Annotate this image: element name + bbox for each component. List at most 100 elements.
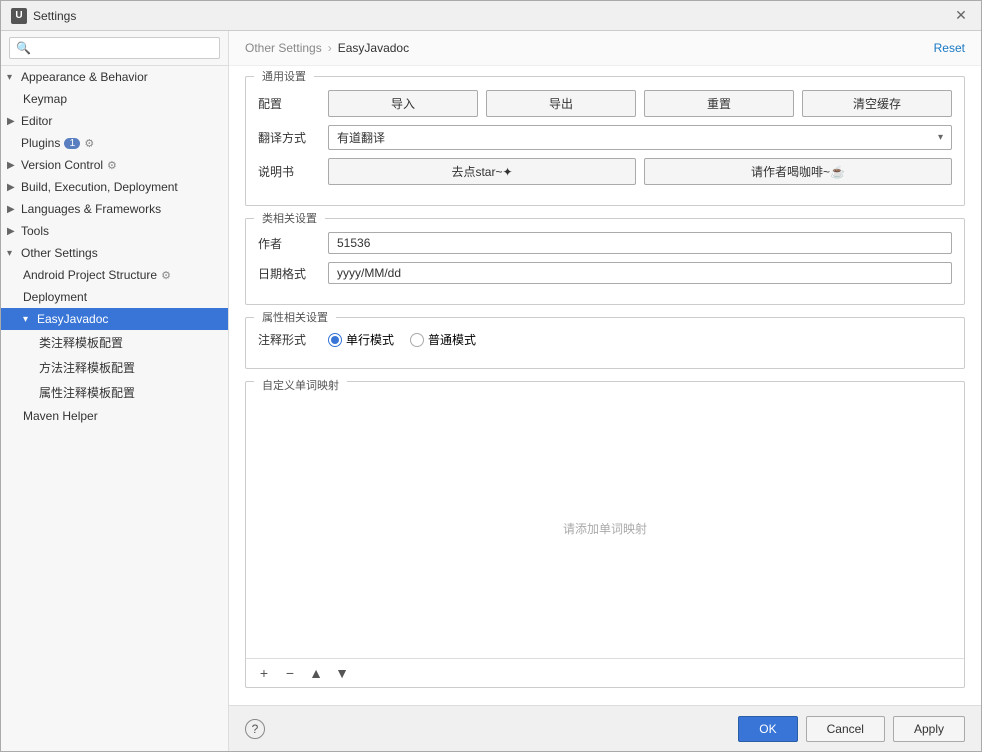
gear-icon: ⚙ [84, 137, 94, 150]
sidebar-item-appearance[interactable]: ▾ Appearance & Behavior [1, 66, 228, 88]
sidebar-item-maven-helper[interactable]: Maven Helper [1, 405, 228, 427]
config-label: 配置 [258, 95, 328, 112]
expand-icon: ▶ [7, 204, 17, 215]
close-button[interactable]: ✕ [951, 6, 971, 26]
date-format-row: 日期格式 [258, 262, 952, 284]
sidebar-item-label: Android Project Structure [23, 268, 157, 282]
sidebar-item-label: Tools [21, 224, 49, 238]
sidebar-item-keymap[interactable]: Keymap [1, 88, 228, 110]
date-format-input[interactable] [328, 262, 952, 284]
sidebar-item-method-template[interactable]: 方法注释模板配置 [1, 355, 228, 380]
general-section: 通用设置 配置 导入 导出 重置 清空缓存 翻译方式 [245, 76, 965, 206]
sidebar-item-label: Plugins [21, 136, 60, 150]
sidebar-item-label: EasyJavadoc [37, 312, 108, 326]
class-section: 类相关设置 作者 日期格式 [245, 218, 965, 305]
sidebar-item-android-project[interactable]: Android Project Structure ⚙ [1, 264, 228, 286]
word-map-placeholder: 请添加单词映射 [563, 520, 647, 537]
word-map-section: 自定义单词映射 请添加单词映射 + − ▲ ▼ [245, 381, 965, 688]
breadcrumb-separator: › [328, 41, 332, 55]
main-panel: Other Settings › EasyJavadoc Reset 通用设置 … [229, 31, 981, 751]
class-section-title: 类相关设置 [254, 210, 325, 229]
move-up-button[interactable]: ▲ [306, 663, 326, 683]
radio-single-label: 单行模式 [346, 331, 394, 348]
settings-window: U Settings ✕ ▾ Appearance & Behavior Key… [0, 0, 982, 752]
sidebar-item-label: Deployment [23, 290, 87, 304]
gear-icon: ⚙ [107, 159, 117, 172]
expand-icon: ▶ [7, 160, 17, 171]
sidebar: ▾ Appearance & Behavior Keymap ▶ Editor … [1, 31, 229, 751]
clear-cache-button[interactable]: 清空缓存 [802, 90, 952, 117]
date-format-label: 日期格式 [258, 265, 328, 282]
sidebar-item-field-template[interactable]: 属性注释模板配置 [1, 380, 228, 405]
plugins-badge: 1 [64, 138, 80, 149]
move-down-button[interactable]: ▼ [332, 663, 352, 683]
config-controls: 导入 导出 重置 清空缓存 [328, 90, 952, 117]
window-title: Settings [33, 9, 951, 23]
cancel-button[interactable]: Cancel [806, 716, 885, 742]
radio-single-mode[interactable]: 单行模式 [328, 331, 394, 348]
sidebar-item-easy-javadoc[interactable]: ▾ EasyJavadoc [1, 308, 228, 330]
sidebar-item-label: 属性注释模板配置 [39, 384, 135, 401]
import-button[interactable]: 导入 [328, 90, 478, 117]
expand-icon: ▾ [23, 314, 33, 325]
sidebar-item-build[interactable]: ▶ Build, Execution, Deployment [1, 176, 228, 198]
manual-label: 说明书 [258, 163, 328, 180]
breadcrumb-parent: Other Settings [245, 41, 322, 55]
expand-icon: ▾ [7, 72, 17, 83]
breadcrumb-current: EasyJavadoc [338, 41, 409, 55]
author-label: 作者 [258, 235, 328, 252]
remove-word-button[interactable]: − [280, 663, 300, 683]
sidebar-item-version-control[interactable]: ▶ Version Control ⚙ [1, 154, 228, 176]
sidebar-item-label: Keymap [23, 92, 67, 106]
apply-button[interactable]: Apply [893, 716, 965, 742]
general-section-title: 通用设置 [254, 68, 314, 87]
ok-button[interactable]: OK [738, 716, 797, 742]
sidebar-item-deployment[interactable]: Deployment [1, 286, 228, 308]
question-mark-icon: ? [252, 722, 259, 736]
app-icon: U [11, 8, 27, 24]
radio-single-indicator [328, 333, 342, 347]
sidebar-item-label: Build, Execution, Deployment [21, 180, 178, 194]
title-bar: U Settings ✕ [1, 1, 981, 31]
sidebar-item-tools[interactable]: ▶ Tools [1, 220, 228, 242]
sidebar-item-label: Version Control [21, 158, 103, 172]
search-input[interactable] [9, 37, 220, 59]
breadcrumb: Other Settings › EasyJavadoc Reset [229, 31, 981, 66]
bottom-bar: ? OK Cancel Apply [229, 705, 981, 751]
search-box [1, 31, 228, 66]
sidebar-item-label: Maven Helper [23, 409, 98, 423]
coffee-button[interactable]: 请作者喝咖啡~☕ [644, 158, 952, 185]
comment-style-row: 注释形式 单行模式 普通模式 [258, 331, 952, 348]
config-row: 配置 导入 导出 重置 清空缓存 [258, 90, 952, 117]
export-button[interactable]: 导出 [486, 90, 636, 117]
author-input[interactable] [328, 232, 952, 254]
comment-style-radio-group: 单行模式 普通模式 [328, 331, 476, 348]
field-section-title: 属性相关设置 [254, 309, 336, 328]
sidebar-item-label: 方法注释模板配置 [39, 359, 135, 376]
word-map-section-title: 自定义单词映射 [254, 373, 347, 397]
sidebar-item-label: Editor [21, 114, 52, 128]
translate-label: 翻译方式 [258, 129, 328, 146]
reset-button[interactable]: 重置 [644, 90, 794, 117]
settings-content: 通用设置 配置 导入 导出 重置 清空缓存 翻译方式 [229, 66, 981, 705]
reset-link[interactable]: Reset [934, 41, 965, 55]
word-map-toolbar: + − ▲ ▼ [246, 658, 964, 687]
comment-style-label: 注释形式 [258, 331, 328, 348]
sidebar-item-plugins[interactable]: Plugins 1 ⚙ [1, 132, 228, 154]
sidebar-item-label: Appearance & Behavior [21, 70, 148, 84]
sidebar-item-languages[interactable]: ▶ Languages & Frameworks [1, 198, 228, 220]
sidebar-item-label: Other Settings [21, 246, 98, 260]
radio-normal-label: 普通模式 [428, 331, 476, 348]
sidebar-item-label: 类注释模板配置 [39, 334, 123, 351]
author-row: 作者 [258, 232, 952, 254]
add-word-button[interactable]: + [254, 663, 274, 683]
chevron-down-icon: ▾ [938, 132, 943, 143]
star-button[interactable]: 去点star~✦ [328, 158, 636, 185]
field-section: 属性相关设置 注释形式 单行模式 普通模式 [245, 317, 965, 369]
translate-select[interactable]: 有道翻译 ▾ [328, 125, 952, 150]
help-button[interactable]: ? [245, 719, 265, 739]
sidebar-item-editor[interactable]: ▶ Editor [1, 110, 228, 132]
sidebar-item-class-template[interactable]: 类注释模板配置 [1, 330, 228, 355]
radio-normal-mode[interactable]: 普通模式 [410, 331, 476, 348]
sidebar-item-other-settings[interactable]: ▾ Other Settings [1, 242, 228, 264]
